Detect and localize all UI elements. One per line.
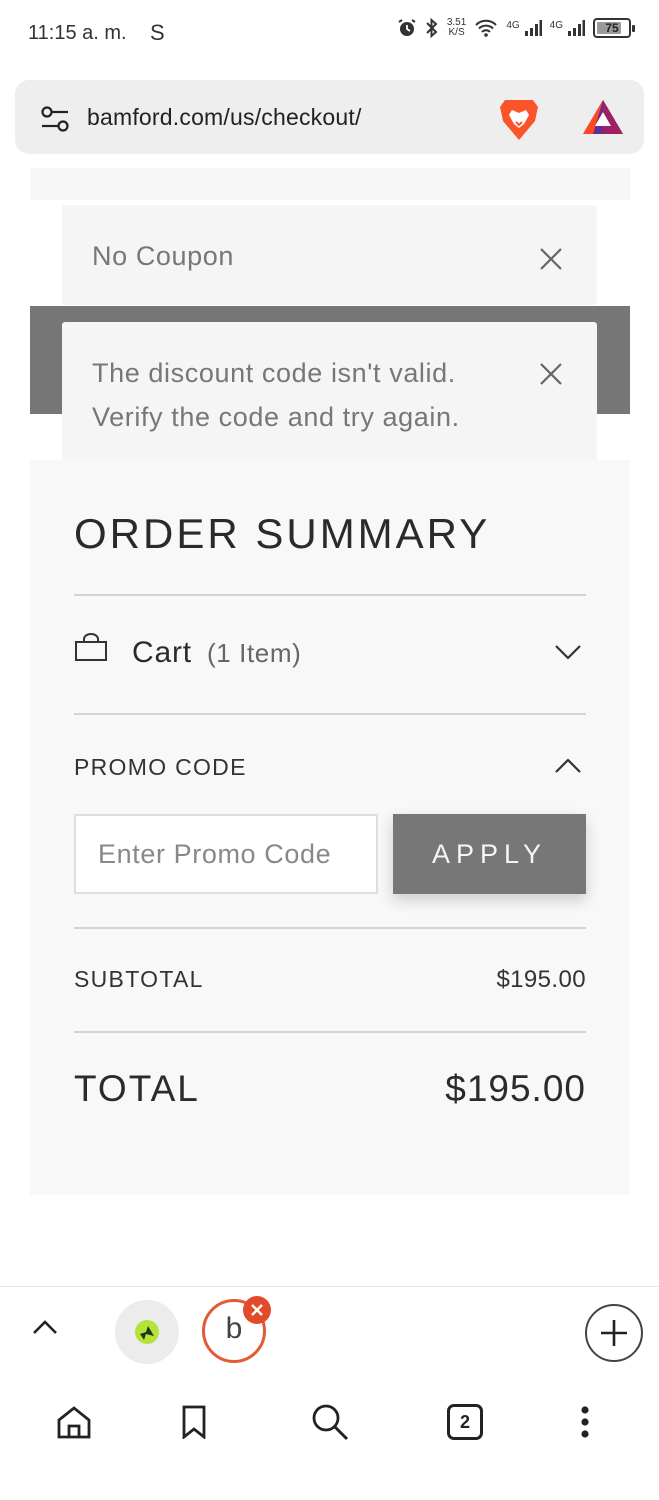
close-icon[interactable] [537,245,565,273]
apply-button[interactable]: APPLY [393,814,586,894]
battery-icon: 75 [593,18,635,38]
tabs-count: 2 [459,1411,470,1432]
address-bar[interactable]: bamford.com/us/checkout/ [15,80,644,154]
promo-code-input[interactable] [74,814,378,894]
signal-icon [524,20,542,36]
menu-button[interactable] [563,1400,607,1444]
status-icons: 3.51 K/S 4G 4G 75 [397,18,635,38]
brave-lion-icon[interactable] [497,96,541,142]
tabs-icon: 2 [447,1404,483,1440]
cart-toggle[interactable]: Cart (1 Item) [74,620,586,680]
bookmark-icon [182,1405,206,1439]
network-speed: 3.51 K/S [447,18,466,38]
divider [74,1031,586,1033]
tabs-button[interactable]: 2 [443,1400,487,1444]
wifi-icon [475,19,498,37]
alarm-icon [398,19,416,36]
tab-favicon[interactable] [115,1300,179,1364]
coupon-message: No Coupon [92,241,234,271]
shopping-bag-icon [75,633,107,661]
network-type-1: 4G [506,20,520,31]
status-bar: 11:15 a. m. S 3.51 K/S 4G 4G 75 [0,0,659,66]
search-icon [312,1404,349,1441]
coupon-notification: No Coupon [62,205,597,305]
promo-code-label: PROMO CODE [74,754,247,780]
close-tab-button[interactable] [243,1296,271,1324]
total-label: TOTAL [74,1068,200,1109]
site-favicon-icon [135,1320,159,1344]
page-top-strip [30,168,630,200]
order-summary-panel: ORDER SUMMARY Cart (1 Item) PROMO CODE A… [30,460,630,1195]
error-notification: The discount code isn't valid. Verify th… [62,322,597,462]
subtotal-value: $195.00 [496,966,586,993]
menu-icon [581,1406,589,1438]
bat-rewards-icon[interactable] [581,98,625,136]
divider [74,927,586,929]
divider [74,594,586,596]
carrier-icon: S [150,20,165,45]
error-message: The discount code isn't valid. Verify th… [92,351,460,439]
new-tab-button[interactable] [585,1304,643,1362]
search-button[interactable] [308,1400,352,1444]
cart-label: Cart (1 Item) [132,636,301,670]
tab-strip: b [0,1286,659,1378]
bottom-toolbar: 2 [0,1378,659,1500]
error-message-line-1: The discount code isn't valid. [92,358,456,388]
cart-count: (1 Item) [207,638,302,668]
close-icon[interactable] [537,360,565,388]
cart-title: Cart [132,636,192,669]
divider [74,713,586,715]
signal-icon-2 [568,20,585,36]
home-button[interactable] [52,1400,96,1444]
plus-icon [601,1320,627,1346]
order-summary-title: ORDER SUMMARY [74,510,491,557]
bookmarks-button[interactable] [172,1400,216,1444]
active-tab-letter: b [225,1312,243,1345]
error-message-line-2: Verify the code and try again. [92,402,460,432]
home-icon [57,1406,91,1439]
subtotal-label: SUBTOTAL [74,966,204,992]
url-text[interactable]: bamford.com/us/checkout/ [87,104,362,131]
chevron-down-icon [555,645,581,660]
status-time: 11:15 a. m. [28,22,127,44]
close-icon [251,1304,263,1316]
bluetooth-icon [426,18,438,38]
site-settings-icon[interactable] [41,106,69,132]
total-value: $195.00 [445,1068,586,1109]
battery-level: 75 [605,21,619,35]
chevron-up-icon [555,758,581,773]
speed-unit: K/S [448,27,465,38]
chevron-up-icon[interactable] [32,1319,58,1335]
promo-code-toggle[interactable]: PROMO CODE [74,750,586,790]
network-type-2: 4G [549,20,563,31]
